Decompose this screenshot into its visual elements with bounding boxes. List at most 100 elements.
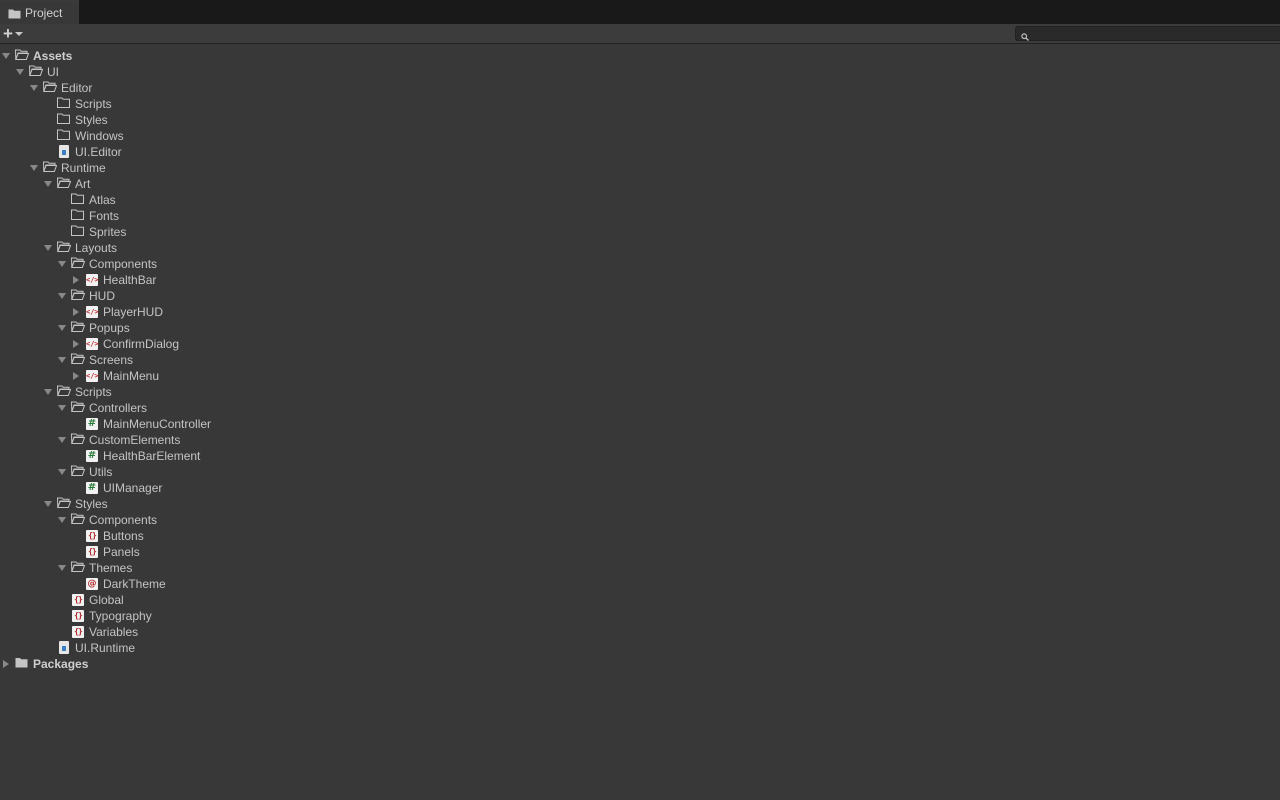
- add-asset-button[interactable]: +: [3, 25, 31, 42]
- tree-item-label: Global: [89, 593, 124, 607]
- tree-row[interactable]: Scripts: [0, 96, 1280, 112]
- tree-row[interactable]: Layouts: [0, 240, 1280, 256]
- tree-row[interactable]: {} Global: [0, 592, 1280, 608]
- assembly-definition-icon: [57, 641, 71, 655]
- expand-arrow-right-icon[interactable]: [70, 304, 82, 320]
- uxml-file-icon: </>: [86, 370, 99, 382]
- project-toolbar: +: [0, 24, 1280, 44]
- tree-item-label: Themes: [89, 561, 133, 575]
- search-input[interactable]: [1034, 27, 1274, 40]
- tree-row[interactable]: UI: [0, 64, 1280, 80]
- tree-row[interactable]: Components: [0, 512, 1280, 528]
- tree-row[interactable]: </> HealthBar: [0, 272, 1280, 288]
- tree-row[interactable]: {} Panels: [0, 544, 1280, 560]
- tree-row[interactable]: Styles: [0, 496, 1280, 512]
- tree-row[interactable]: Editor: [0, 80, 1280, 96]
- expand-arrow-down-icon[interactable]: [0, 48, 12, 64]
- expand-arrow-down-icon[interactable]: [28, 160, 40, 176]
- expand-arrow-down-icon[interactable]: [42, 240, 54, 256]
- expand-arrow-right-icon[interactable]: [70, 368, 82, 384]
- folder-icon: [71, 209, 85, 223]
- tree-item-label: ConfirmDialog: [103, 337, 180, 351]
- tree-row[interactable]: </> PlayerHUD: [0, 304, 1280, 320]
- tree-row[interactable]: Components: [0, 256, 1280, 272]
- expand-arrow-down-icon[interactable]: [42, 176, 54, 192]
- stylesheet-icon: {}: [71, 593, 85, 607]
- tree-item-label: UI.Runtime: [75, 641, 136, 655]
- tree-row[interactable]: Art: [0, 176, 1280, 192]
- folder-open-icon: [42, 81, 58, 95]
- tree-row[interactable]: UI.Editor: [0, 144, 1280, 160]
- tree-item-label: Atlas: [89, 193, 116, 207]
- tree-row[interactable]: Screens: [0, 352, 1280, 368]
- tree-row[interactable]: Atlas: [0, 192, 1280, 208]
- search-icon: [1021, 30, 1029, 44]
- tree-row[interactable]: Themes: [0, 560, 1280, 576]
- tree-item-label: HealthBarElement: [103, 449, 201, 463]
- tree-item-label: Layouts: [75, 241, 118, 255]
- tree-item-label: Art: [75, 177, 91, 191]
- tree-item-label: Components: [89, 513, 158, 527]
- tree-item-label: Components: [89, 257, 158, 271]
- uxml-file-icon: </>: [86, 274, 99, 286]
- tree-row[interactable]: # UIManager: [0, 480, 1280, 496]
- tree-item-label: Sprites: [89, 225, 127, 239]
- expand-arrow-right-icon[interactable]: [70, 272, 82, 288]
- tree-row[interactable]: Assets: [0, 48, 1280, 64]
- expand-arrow-down-icon[interactable]: [42, 496, 54, 512]
- expand-arrow-down-icon[interactable]: [42, 384, 54, 400]
- expand-arrow-down-icon[interactable]: [56, 256, 68, 272]
- tree-row[interactable]: Utils: [0, 464, 1280, 480]
- expand-arrow-down-icon[interactable]: [56, 464, 68, 480]
- tree-row[interactable]: {} Buttons: [0, 528, 1280, 544]
- tree-item-label: Windows: [75, 129, 124, 143]
- expand-arrow-down-icon[interactable]: [14, 64, 26, 80]
- expand-arrow-down-icon[interactable]: [56, 400, 68, 416]
- tree-row[interactable]: Fonts: [0, 208, 1280, 224]
- tree-row[interactable]: </> ConfirmDialog: [0, 336, 1280, 352]
- folder-open-icon: [56, 497, 72, 511]
- folder-icon: [57, 97, 71, 111]
- tree-item-label: Assets: [33, 49, 73, 63]
- tree-item-label: DarkTheme: [103, 577, 166, 591]
- tree-row[interactable]: @ DarkTheme: [0, 576, 1280, 592]
- expand-arrow-down-icon[interactable]: [56, 320, 68, 336]
- expand-arrow-right-icon[interactable]: [70, 336, 82, 352]
- uxml-file-icon: </>: [86, 306, 99, 318]
- tree-row[interactable]: {} Typography: [0, 608, 1280, 624]
- folder-icon: [71, 193, 85, 207]
- expand-arrow-right-icon[interactable]: [0, 656, 12, 672]
- folder-open-icon: [56, 385, 72, 399]
- tree-item-label: Styles: [75, 113, 108, 127]
- tree-row[interactable]: Styles: [0, 112, 1280, 128]
- search-field[interactable]: [1015, 26, 1280, 41]
- tree-row[interactable]: HUD: [0, 288, 1280, 304]
- tree-row[interactable]: Runtime: [0, 160, 1280, 176]
- tree-item-label: Typography: [89, 609, 152, 623]
- tab-project[interactable]: Project: [0, 0, 79, 24]
- tree-item-label: HUD: [89, 289, 115, 303]
- expand-arrow-down-icon[interactable]: [56, 512, 68, 528]
- tree-row[interactable]: {} Variables: [0, 624, 1280, 640]
- tree-row[interactable]: UI.Runtime: [0, 640, 1280, 656]
- tree-row[interactable]: Scripts: [0, 384, 1280, 400]
- folder-icon: [57, 129, 71, 143]
- expand-arrow-down-icon[interactable]: [28, 80, 40, 96]
- tree-item-label: Controllers: [89, 401, 148, 415]
- expand-arrow-down-icon[interactable]: [56, 560, 68, 576]
- tree-row[interactable]: Sprites: [0, 224, 1280, 240]
- tree-row[interactable]: Windows: [0, 128, 1280, 144]
- tree-row[interactable]: # MainMenuController: [0, 416, 1280, 432]
- folder-open-icon: [70, 353, 86, 367]
- tree-row[interactable]: </> MainMenu: [0, 368, 1280, 384]
- tree-item-label: MainMenu: [103, 369, 160, 383]
- tree-row[interactable]: Controllers: [0, 400, 1280, 416]
- tree-row[interactable]: CustomElements: [0, 432, 1280, 448]
- tree-row[interactable]: # HealthBarElement: [0, 448, 1280, 464]
- tree-row[interactable]: Popups: [0, 320, 1280, 336]
- expand-arrow-down-icon[interactable]: [56, 432, 68, 448]
- tree-row[interactable]: Packages: [0, 656, 1280, 672]
- expand-arrow-down-icon[interactable]: [56, 352, 68, 368]
- folder-open-icon: [70, 321, 86, 335]
- expand-arrow-down-icon[interactable]: [56, 288, 68, 304]
